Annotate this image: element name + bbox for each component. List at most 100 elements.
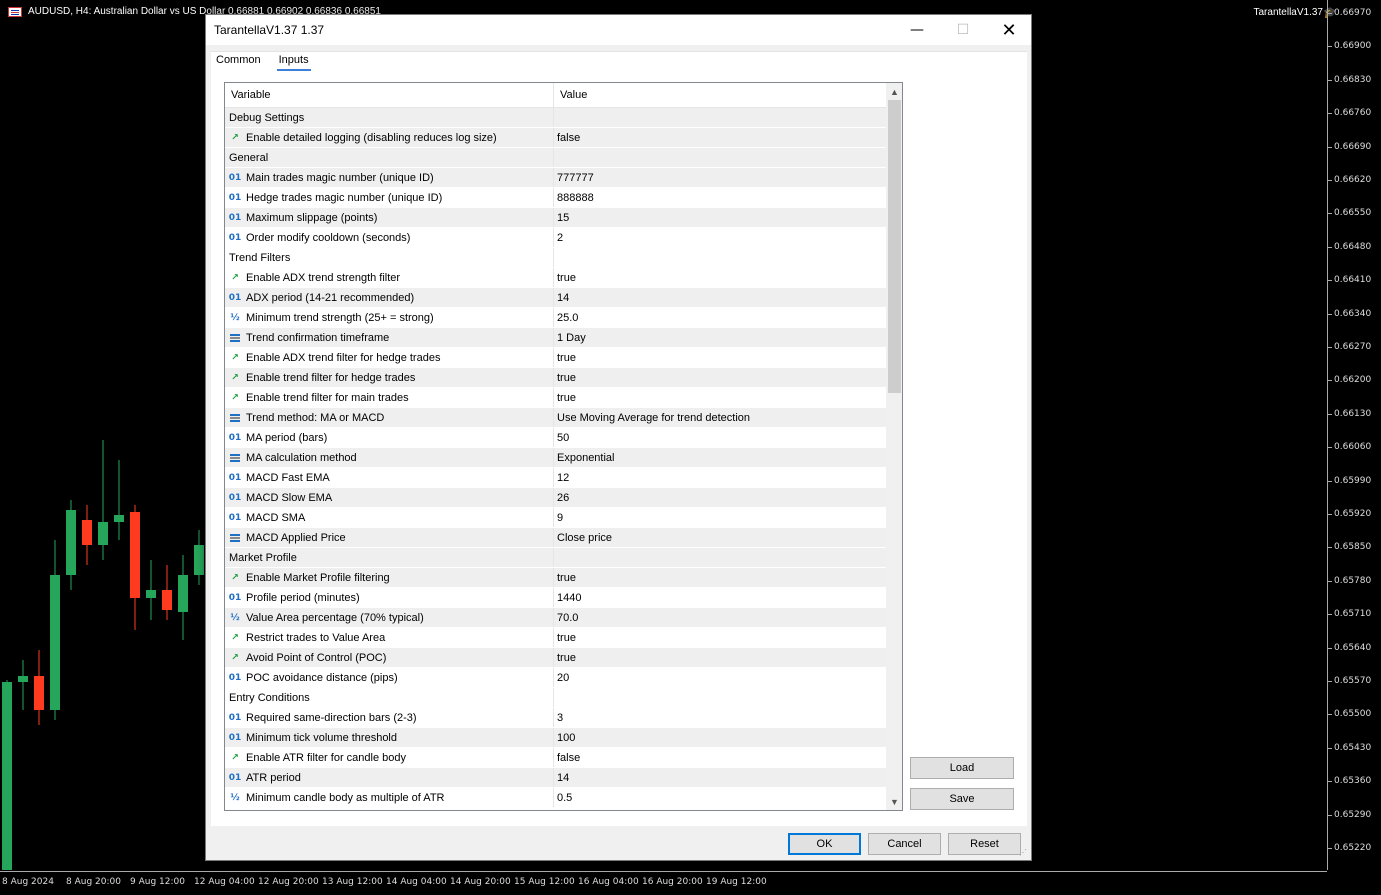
value-cell[interactable]: true bbox=[554, 628, 886, 647]
time-label: 16 Aug 04:00 bbox=[578, 877, 639, 887]
variable-name: Hedge trades magic number (unique ID) bbox=[246, 191, 443, 204]
value-cell[interactable]: true bbox=[554, 648, 886, 667]
tab-common[interactable]: Common bbox=[214, 53, 263, 71]
parameter-row[interactable]: Trend method: MA or MACD Use Moving Avera… bbox=[225, 408, 886, 428]
group-row[interactable]: Entry Conditions bbox=[225, 688, 886, 708]
scroll-thumb[interactable] bbox=[888, 100, 901, 393]
cancel-button[interactable]: Cancel bbox=[868, 833, 941, 855]
parameter-row[interactable]: ↗ Enable trend filter for hedge trades tru… bbox=[225, 368, 886, 388]
group-row[interactable]: Trend Filters bbox=[225, 248, 886, 268]
group-row[interactable]: Market Profile bbox=[225, 548, 886, 568]
scroll-up-icon[interactable]: ▲ bbox=[886, 83, 902, 100]
value-cell[interactable]: Exponential bbox=[554, 448, 886, 467]
column-header-variable[interactable]: Variable bbox=[225, 83, 554, 108]
parameter-row[interactable]: ↗ Enable ADX trend strength filter true bbox=[225, 268, 886, 288]
resize-grip-icon[interactable]: ⋰ bbox=[1019, 848, 1029, 858]
value-cell[interactable]: 14 bbox=[554, 768, 886, 787]
value-cell[interactable]: Use Moving Average for trend detection bbox=[554, 408, 886, 427]
save-button[interactable]: Save bbox=[910, 788, 1014, 810]
double-type-icon: ½ bbox=[230, 312, 240, 323]
value-cell[interactable]: 70.0 bbox=[554, 608, 886, 627]
value-cell[interactable]: true bbox=[554, 368, 886, 387]
parameter-row[interactable]: ½ Minimum trend strength (25+ = strong) 25… bbox=[225, 308, 886, 328]
parameter-row[interactable]: 01 Maximum slippage (points) 15 bbox=[225, 208, 886, 228]
boolean-type-icon: ↗ bbox=[231, 392, 239, 403]
parameter-row[interactable]: 01 MACD Fast EMA 12 bbox=[225, 468, 886, 488]
parameter-row[interactable]: ↗ Enable Market Profile filtering true bbox=[225, 568, 886, 588]
reset-button[interactable]: Reset bbox=[948, 833, 1021, 855]
variable-name: Enable ADX trend filter for hedge trades bbox=[246, 351, 441, 364]
parameter-row[interactable]: ↗ Enable detailed logging (disabling redu… bbox=[225, 128, 886, 148]
value-cell[interactable]: 100 bbox=[554, 728, 886, 747]
variable-name: Required same-direction bars (2-3) bbox=[246, 711, 417, 724]
parameter-row[interactable]: ↗ Enable ADX trend filter for hedge trade… bbox=[225, 348, 886, 368]
variable-cell: ↗ Enable ADX trend strength filter bbox=[225, 268, 554, 287]
parameter-row[interactable]: ½ Value Area percentage (70% typical) 70.0 bbox=[225, 608, 886, 628]
scroll-down-icon[interactable]: ▼ bbox=[886, 793, 902, 810]
price-axis[interactable]: 0.66970 0.66900 0.66830 0.66760 0.66690 0.666… bbox=[1327, 0, 1381, 870]
parameter-row[interactable]: ↗ Enable ATR filter for candle body false bbox=[225, 748, 886, 768]
value-cell[interactable]: 777777 bbox=[554, 168, 886, 187]
value-cell[interactable]: 50 bbox=[554, 428, 886, 447]
parameter-row[interactable]: 01 Main trades magic number (unique ID) 77… bbox=[225, 168, 886, 188]
value-cell[interactable]: 20 bbox=[554, 668, 886, 687]
time-axis[interactable]: 8 Aug 2024 8 Aug 20:00 9 Aug 12:00 12 Aug 0… bbox=[0, 871, 1327, 895]
value-cell[interactable]: 0.5 bbox=[554, 788, 886, 807]
value-cell[interactable]: false bbox=[554, 748, 886, 767]
parameter-row[interactable]: 01 Profile period (minutes) 1440 bbox=[225, 588, 886, 608]
value-cell[interactable]: 25.0 bbox=[554, 308, 886, 327]
tab-inputs[interactable]: Inputs bbox=[276, 53, 311, 71]
group-row[interactable]: Debug Settings bbox=[225, 108, 886, 128]
parameter-row[interactable]: 01 Required same-direction bars (2-3) 3 bbox=[225, 708, 886, 728]
parameter-row[interactable]: MACD Applied Price Close price bbox=[225, 528, 886, 548]
value-cell[interactable]: 2 bbox=[554, 228, 886, 247]
parameter-row[interactable]: 01 POC avoidance distance (pips) 20 bbox=[225, 668, 886, 688]
grid-scrollbar[interactable]: ▲ ▼ bbox=[886, 83, 902, 810]
parameter-row[interactable]: 01 MACD SMA 9 bbox=[225, 508, 886, 528]
value-cell[interactable]: 15 bbox=[554, 208, 886, 227]
value-cell[interactable]: 3 bbox=[554, 708, 886, 727]
variable-cell: 01 Hedge trades magic number (unique ID) bbox=[225, 188, 554, 207]
value-cell[interactable]: true bbox=[554, 568, 886, 587]
parameter-row[interactable]: ½ Minimum candle body as multiple of ATR 0… bbox=[225, 788, 886, 808]
value-cell[interactable]: 26 bbox=[554, 488, 886, 507]
ok-button[interactable]: OK bbox=[788, 833, 861, 855]
value-cell[interactable]: false bbox=[554, 128, 886, 147]
parameter-row[interactable]: ↗ Avoid Point of Control (POC) true bbox=[225, 648, 886, 668]
parameter-row[interactable]: 01 ATR period 14 bbox=[225, 768, 886, 788]
parameter-row[interactable]: ↗ Restrict trades to Value Area true bbox=[225, 628, 886, 648]
time-label: 12 Aug 20:00 bbox=[258, 877, 319, 887]
parameter-row[interactable]: ↗ Enable trend filter for main trades true bbox=[225, 388, 886, 408]
parameter-row[interactable]: 01 Order modify cooldown (seconds) 2 bbox=[225, 228, 886, 248]
variable-value: 777777 bbox=[557, 171, 594, 184]
minimize-icon[interactable]: — bbox=[894, 15, 940, 45]
value-cell[interactable]: 1 Day bbox=[554, 328, 886, 347]
parameter-row[interactable]: 01 MA period (bars) 50 bbox=[225, 428, 886, 448]
price-label: 0.66970 bbox=[1334, 8, 1372, 18]
price-tick bbox=[1328, 146, 1332, 148]
value-cell[interactable]: true bbox=[554, 348, 886, 367]
value-cell[interactable]: true bbox=[554, 268, 886, 287]
price-label: 0.65850 bbox=[1334, 542, 1372, 553]
price-tick bbox=[1328, 79, 1332, 81]
value-cell[interactable]: Close price bbox=[554, 528, 886, 547]
parameter-row[interactable]: 01 Hedge trades magic number (unique ID) 8… bbox=[225, 188, 886, 208]
price-tick bbox=[1328, 113, 1332, 115]
column-header-value[interactable]: Value bbox=[554, 83, 886, 108]
value-cell[interactable]: 12 bbox=[554, 468, 886, 487]
price-tick bbox=[1328, 580, 1332, 582]
dialog-titlebar[interactable]: TarantellaV1.37 1.37 — ☐ ✕ bbox=[206, 15, 1031, 45]
value-cell[interactable]: true bbox=[554, 388, 886, 407]
parameter-row[interactable]: 01 Minimum tick volume threshold 100 bbox=[225, 728, 886, 748]
value-cell[interactable]: 9 bbox=[554, 508, 886, 527]
value-cell[interactable]: 1440 bbox=[554, 588, 886, 607]
parameter-row[interactable]: Trend confirmation timeframe 1 Day bbox=[225, 328, 886, 348]
parameter-row[interactable]: MA calculation method Exponential bbox=[225, 448, 886, 468]
close-icon[interactable]: ✕ bbox=[986, 15, 1032, 45]
value-cell[interactable]: 888888 bbox=[554, 188, 886, 207]
load-button[interactable]: Load bbox=[910, 757, 1014, 779]
parameter-row[interactable]: 01 MACD Slow EMA 26 bbox=[225, 488, 886, 508]
value-cell[interactable]: 14 bbox=[554, 288, 886, 307]
group-row[interactable]: General bbox=[225, 148, 886, 168]
parameter-row[interactable]: 01 ADX period (14-21 recommended) 14 bbox=[225, 288, 886, 308]
